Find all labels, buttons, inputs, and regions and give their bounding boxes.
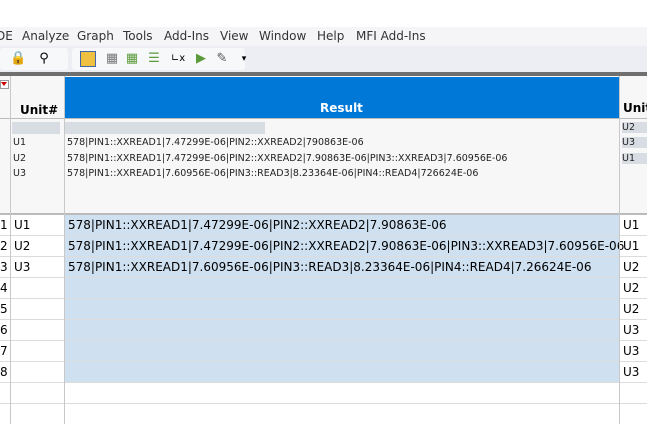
menu-add-ins[interactable]: Add-Ins <box>164 29 209 43</box>
toolbar-overflow-icon[interactable]: ▾ <box>236 51 252 67</box>
tiles-icon[interactable]: ▦ <box>124 51 140 67</box>
cell-unit[interactable]: U3 <box>623 344 639 358</box>
table-row[interactable]: 3 U3 578|PIN1::XXREAD1|7.60956E-06|PIN3:… <box>0 257 647 278</box>
menu-mfi-add-ins[interactable]: MFI Add-Ins <box>356 29 426 43</box>
cell-result[interactable]: 578|PIN1::XXREAD1|7.47299E-06|PIN2::XXRE… <box>68 239 624 253</box>
row-number[interactable]: 4 <box>0 281 8 295</box>
cell-unit[interactable]: U3 <box>623 323 639 337</box>
row-number[interactable]: 7 <box>0 344 8 358</box>
cell-unit-num[interactable]: U1 <box>14 218 30 232</box>
search-icon[interactable]: ⚲ <box>36 51 52 67</box>
menu-window[interactable]: Window <box>259 29 306 43</box>
column-header-unit-num[interactable]: Unit# <box>20 103 58 117</box>
summary-unit-right: U3 <box>622 137 647 148</box>
row-number[interactable]: 2 <box>0 239 8 253</box>
script-edit-icon[interactable]: ✎ <box>214 51 230 67</box>
bar-chart-icon[interactable]: ☰ <box>146 51 162 67</box>
summary-unit: U3 <box>13 168 26 179</box>
data-table-grid: Unit# Result Unit U1 U2 U3 578|PIN1::XXR… <box>0 76 647 424</box>
summary-result: 578|PIN1::XXREAD1|7.47299E-06|PIN2::XXRE… <box>67 137 364 148</box>
table-row[interactable]: 4 U2 <box>0 278 647 299</box>
cell-unit[interactable]: U3 <box>623 365 639 379</box>
table-row[interactable]: 8 U3 <box>0 362 647 383</box>
cell-unit[interactable]: U2 <box>623 302 639 316</box>
summary-result: 578|PIN1::XXREAD1|7.60956E-06|PIN3::READ… <box>67 168 479 179</box>
menu-graph[interactable]: Graph <box>77 29 114 43</box>
cell-unit[interactable]: U1 <box>623 239 639 253</box>
row-number[interactable]: 3 <box>0 260 8 274</box>
row-number[interactable]: 5 <box>0 302 8 316</box>
summary-unit: U2 <box>13 153 26 164</box>
column-header-unit[interactable]: Unit <box>623 101 647 115</box>
model-icon[interactable]: ▶ <box>193 51 209 67</box>
empty-row[interactable] <box>0 383 647 404</box>
cell-unit-num[interactable]: U2 <box>14 239 30 253</box>
toolbar: 🔒 ⚲ ▦ ▦ ☰ ∟x ▶ ✎ ▾ <box>0 46 647 72</box>
table-row[interactable]: 5 U2 <box>0 299 647 320</box>
menu-view[interactable]: View <box>220 29 248 43</box>
cell-result[interactable]: 578|PIN1::XXREAD1|7.60956E-06|PIN3::READ… <box>68 260 591 274</box>
row-number[interactable]: 1 <box>0 218 8 232</box>
summary-unit-right: U2 <box>622 122 647 133</box>
menu-analyze[interactable]: Analyze <box>22 29 69 43</box>
menu-bar: DE Analyze Graph Tools Add-Ins View Wind… <box>0 27 647 46</box>
menu-item[interactable]: DE <box>0 29 13 43</box>
lock-icon[interactable]: 🔒 <box>10 51 26 67</box>
table-row[interactable]: 6 U3 <box>0 320 647 341</box>
cell-unit[interactable]: U2 <box>623 260 639 274</box>
row-number[interactable]: 8 <box>0 365 8 379</box>
summary-result: 578|PIN1::XXREAD1|7.47299E-06|PIN2::XXRE… <box>67 153 508 164</box>
row-number[interactable]: 6 <box>0 323 8 337</box>
table-icon[interactable]: ▦ <box>104 51 120 67</box>
column-header-result[interactable]: Result <box>320 101 363 115</box>
menu-help[interactable]: Help <box>317 29 344 43</box>
table-row[interactable]: 1 U1 578|PIN1::XXREAD1|7.47299E-06|PIN2:… <box>0 215 647 236</box>
cell-result[interactable]: 578|PIN1::XXREAD1|7.47299E-06|PIN2::XXRE… <box>68 218 447 232</box>
table-row[interactable]: 2 U2 578|PIN1::XXREAD1|7.47299E-06|PIN2:… <box>0 236 647 257</box>
data-table-icon[interactable] <box>80 51 96 67</box>
table-menu-icon[interactable] <box>0 80 9 89</box>
cell-unit[interactable]: U1 <box>623 218 639 232</box>
menu-tools[interactable]: Tools <box>123 29 153 43</box>
table-row[interactable]: 7 U3 <box>0 341 647 362</box>
summary-unit: U1 <box>13 137 26 148</box>
fit-y-by-x-icon[interactable]: ∟x <box>170 51 186 67</box>
cell-unit-num[interactable]: U3 <box>14 260 30 274</box>
cell-unit[interactable]: U2 <box>623 281 639 295</box>
summary-unit-right: U1 <box>622 153 647 164</box>
